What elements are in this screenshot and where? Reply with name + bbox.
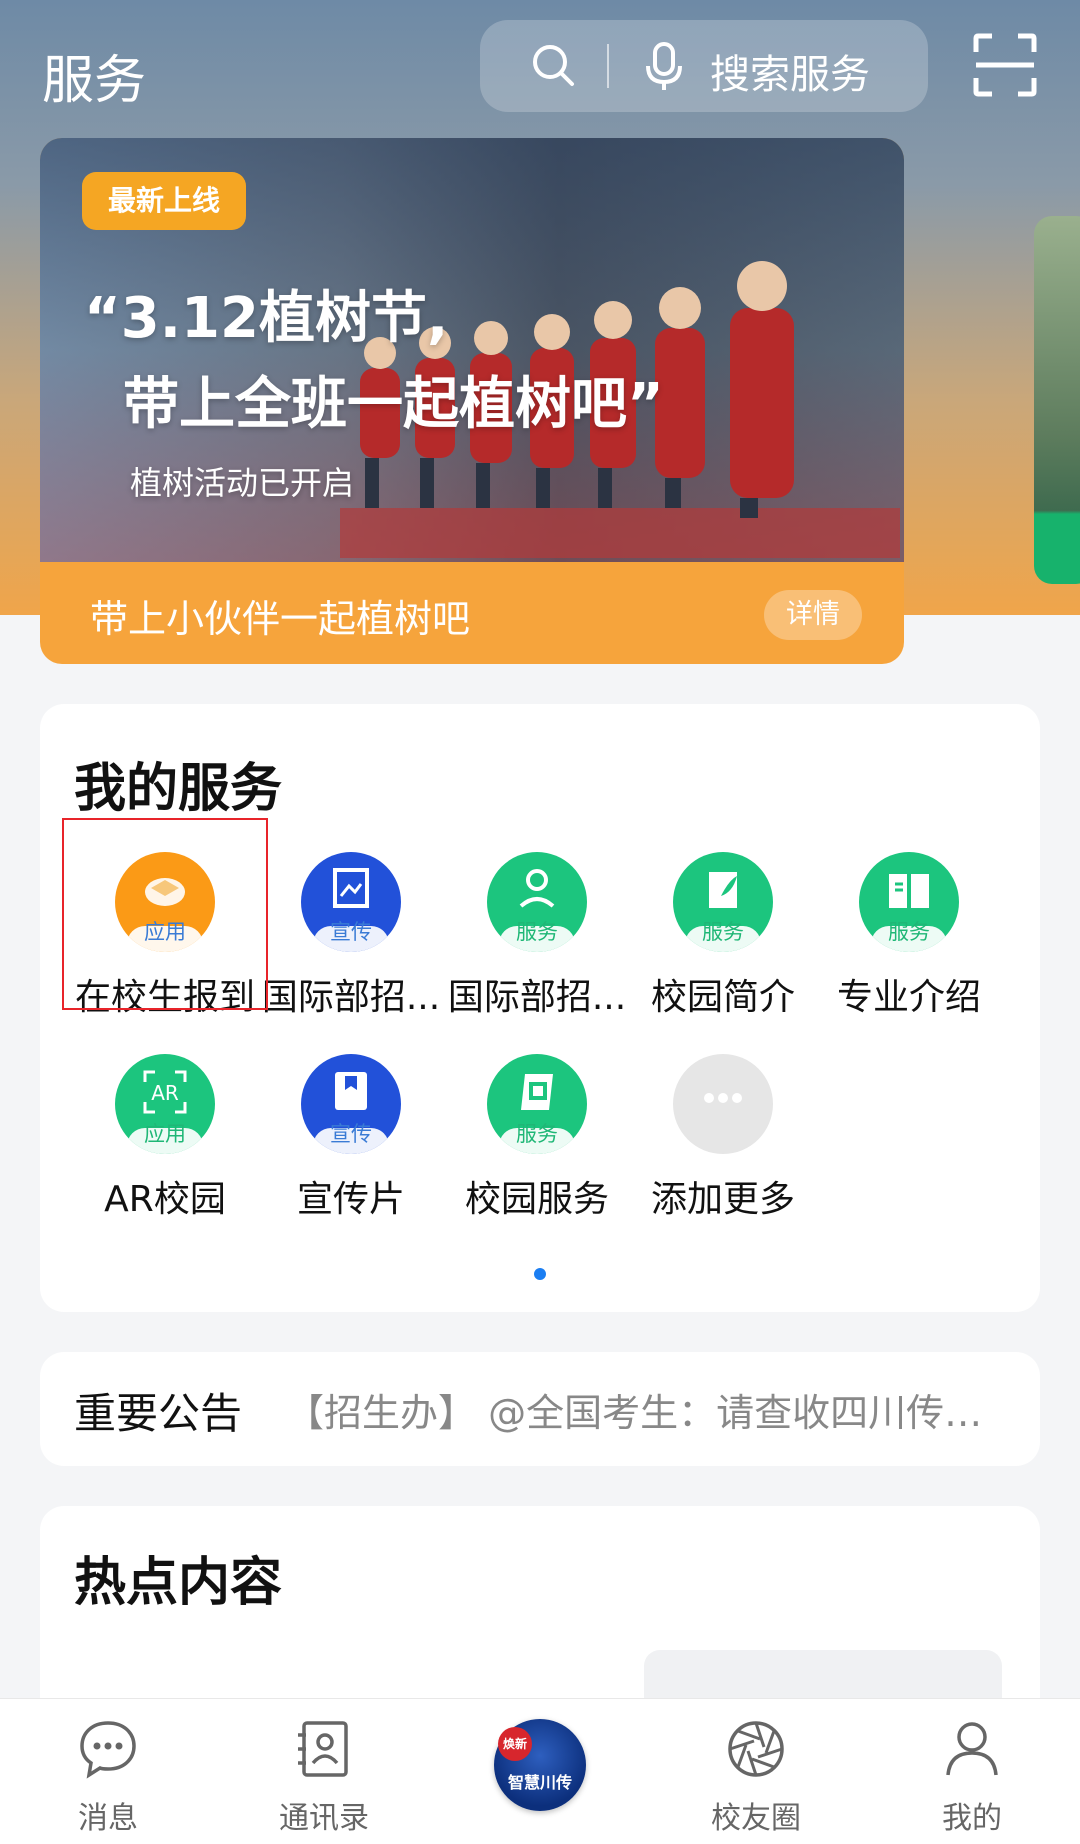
notice-text[interactable]: 【招生办】 @全国考生：请查收四川传媒... [286,1382,1018,1437]
service-label: 国际部招... [447,977,627,1018]
nav-profile[interactable]: 我的 [902,1717,1042,1837]
service-label: 国际部招... [261,977,441,1018]
person-reading-icon: 服务 [487,852,587,952]
scan-icon[interactable] [972,32,1038,98]
aperture-icon [728,1721,784,1777]
service-item-intl-recruit-1[interactable]: 宣传 国际部招... [258,852,444,1032]
microphone-icon[interactable] [640,40,688,92]
service-item-ar-campus[interactable]: AR 应用 AR校园 [72,1054,258,1234]
service-label: 校园简介 [650,977,795,1018]
service-item-major-intro[interactable]: 服务 专业介绍 [816,852,1002,1032]
image-frame-icon: 宣传 [301,852,401,952]
service-label: 宣传片 [296,1179,405,1220]
nav-label: 我的 [942,1801,1002,1836]
open-book-icon: 服务 [859,852,959,952]
banner-subtitle: 植树活动已开启 [130,464,355,502]
ar-icon: AR 应用 [115,1054,215,1154]
contacts-icon [298,1721,348,1777]
my-services-card: 我的服务 应用 在校生报到 宣传 国际部招... 服务 国际部招... 服务 校… [40,704,1040,1312]
service-item-campus-intro[interactable]: 服务 校园简介 [630,852,816,1032]
renew-badge: 焕新 [498,1727,532,1761]
notice-title: 重要公告 [74,1389,243,1438]
search-divider [607,44,609,88]
next-banner-peek[interactable] [1034,216,1080,584]
campus-service-icon: 服务 [487,1054,587,1154]
search-bar[interactable]: 搜索服务 [480,20,928,112]
nav-label: 消息 [78,1801,138,1836]
promo-banner[interactable]: 最新上线 “3.12植树节, 带上全班一起植树吧” 植树活动已开启 带上小伙伴一… [40,138,904,664]
header: 服务 搜索服务 [0,0,1080,130]
page-indicator-dot [534,1268,546,1280]
banner-caption: 带上小伙伴一起植树吧 [90,597,471,641]
hot-content-title: 热点内容 [74,1553,283,1613]
nav-messages[interactable]: 消息 [38,1717,178,1837]
video-book-icon: 宣传 [301,1054,401,1154]
new-badge: 最新上线 [82,172,247,230]
search-icon [533,45,574,86]
page-title: 服务 [42,51,147,111]
detail-button[interactable]: 详情 [764,590,862,640]
message-icon [80,1721,136,1779]
service-label: 添加更多 [650,1179,795,1220]
my-services-title: 我的服务 [74,759,283,819]
service-label: AR校园 [104,1179,226,1220]
search-placeholder: 搜索服务 [710,52,870,98]
app-logo-icon[interactable]: 焕新 智慧川传 [494,1719,586,1811]
bottom-navigation: 消息 通讯录 焕新 智慧川传 校友圈 我的 [0,1698,1080,1844]
nav-center-label: 智慧川传 [507,1773,572,1792]
notice-card[interactable]: 重要公告 【招生办】 @全国考生：请查收四川传媒... [40,1352,1040,1466]
banner-headline: “3.12植树节, 带上全班一起植树吧” [84,286,664,437]
service-item-intl-recruit-2[interactable]: 服务 国际部招... [444,852,630,1032]
service-item-promo-video[interactable]: 宣传 宣传片 [258,1054,444,1234]
user-icon [946,1722,998,1776]
book-leaf-icon: 服务 [673,852,773,952]
nav-alumni[interactable]: 校友圈 [686,1717,826,1837]
nav-contacts[interactable]: 通讯录 [254,1717,394,1837]
service-label: 专业介绍 [836,977,981,1018]
svg-text:AR: AR [151,1081,179,1105]
nav-label: 通讯录 [279,1801,369,1836]
highlight-box [62,818,268,1010]
more-dots-icon [673,1054,773,1154]
add-more-button[interactable]: 添加更多 [630,1054,816,1234]
service-label: 校园服务 [464,1179,609,1220]
nav-label: 校友圈 [711,1801,801,1836]
service-item-campus-service[interactable]: 服务 校园服务 [444,1054,630,1234]
